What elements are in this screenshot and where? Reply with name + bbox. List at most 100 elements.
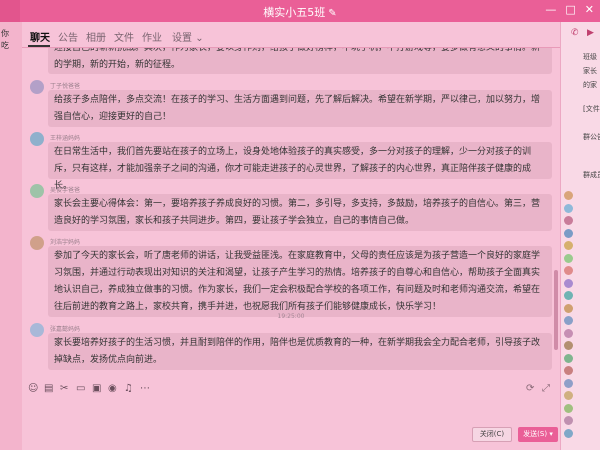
mic-icon[interactable]: ◉ [108, 383, 117, 394]
background-window-strip: 你 吃 [0, 22, 22, 450]
member-row[interactable] [564, 378, 600, 390]
member-row[interactable] [564, 328, 600, 340]
image-icon[interactable]: ▤ [44, 383, 53, 394]
more-icon[interactable]: ⋯ [140, 383, 150, 394]
member-row[interactable] [564, 390, 600, 402]
sender-name: 王梓涵妈妈 [50, 135, 81, 142]
member-avatar [564, 353, 573, 363]
bell-icon[interactable]: ♫ [124, 383, 133, 394]
smiley-icon[interactable]: ☺ [28, 383, 38, 394]
member-row[interactable] [564, 428, 600, 440]
member-avatar [564, 366, 573, 375]
message-bubble[interactable]: 迎接自己的崭新挑战。其次，作为家长，要以身作则，给孩子做好榜样，不玩手机，不打游… [48, 48, 552, 74]
tab-chat[interactable]: 聊天 [30, 29, 50, 44]
panel-text: 家长 [583, 67, 597, 75]
member-row[interactable] [564, 365, 600, 377]
member-row[interactable] [564, 340, 600, 352]
member-avatar [564, 291, 573, 300]
panel-text: 的家 [583, 81, 597, 89]
sender-name: 丁子悦爸爸 [50, 83, 81, 90]
member-avatar [564, 391, 573, 400]
member-avatar [564, 316, 573, 325]
active-tab-indicator [28, 45, 50, 47]
member-avatar [564, 416, 573, 425]
sender-name: 张嘉懿妈妈 [50, 326, 81, 333]
tab-album[interactable]: 相册 [86, 29, 106, 44]
message-bubble[interactable]: 在日常生活中，我们首先要站在孩子的立场上，设身处地体验孩子的真实感受，多一分对孩… [48, 142, 552, 191]
group-info-panel: ✆ ▶ 班级 家长 的家 [文件] 群公告 群成员 [560, 22, 600, 450]
send-options-icon[interactable]: ▾ [549, 430, 553, 438]
member-row[interactable] [564, 190, 600, 202]
minimize-icon[interactable]: — [545, 3, 556, 16]
member-row[interactable] [564, 240, 600, 252]
history-icon[interactable]: ⟳ [526, 383, 534, 394]
edit-title-icon[interactable]: ✎ [328, 8, 336, 19]
message-bubble[interactable]: 参加了今天的家长会，听了唐老师的讲话，让我受益匪浅。在家庭教育中，父母的责任应该… [48, 246, 552, 317]
chat-scrollbar[interactable] [554, 270, 558, 350]
member-row[interactable] [564, 203, 600, 215]
member-avatar [564, 278, 573, 288]
message-input-area[interactable]: 关闭(C) 发送(S) ▾ [22, 400, 560, 450]
member-avatar [564, 191, 573, 200]
member-row[interactable] [564, 303, 600, 315]
avatar[interactable] [30, 236, 44, 250]
sender-name: 刘浩宇妈妈 [50, 239, 81, 246]
message-timestamp: 19:25:00 [277, 313, 305, 320]
member-avatar [564, 403, 573, 413]
tab-homework[interactable]: 作业 [142, 29, 162, 44]
chevron-down-icon: ⌄ [195, 33, 204, 44]
close-button[interactable]: 关闭(C) [472, 427, 512, 442]
member-row[interactable] [564, 353, 600, 365]
scissors-icon[interactable]: ✂ [60, 383, 68, 394]
chat-message-list[interactable]: 迎接自己的崭新挑战。其次，作为家长，要以身作则，给孩子做好榜样，不玩手机，不打游… [22, 48, 560, 380]
title-bar: 横实小五5班 ✎ — □ ✕ [0, 0, 600, 22]
member-row[interactable] [564, 403, 600, 415]
member-row[interactable] [564, 290, 600, 302]
member-avatar [564, 241, 573, 250]
message-bubble[interactable]: 给孩子多点陪伴，多点交流！在孩子的学习、生活方面遇到问题，先了解后解决。希望在新… [48, 90, 552, 127]
panel-text: 班级 [583, 53, 597, 61]
maximize-icon[interactable]: □ [565, 3, 575, 16]
panel-text: [文件] [583, 105, 600, 113]
avatar[interactable] [30, 80, 44, 94]
member-avatar [564, 303, 573, 313]
message-bubble[interactable]: 家长会主要心得体会：第一，要培养孩子养成良好的习惯。第二，多引导，多支持，多鼓励… [48, 194, 552, 231]
member-avatar [564, 216, 573, 225]
avatar[interactable] [30, 184, 44, 198]
tab-settings[interactable]: 设置 ⌄ [172, 29, 204, 44]
chat-tabs: 聊天 公告 相册 文件 作业 设置 ⌄ [22, 22, 560, 48]
close-icon[interactable]: ✕ [585, 3, 594, 16]
member-avatar [564, 266, 573, 275]
tab-settings-label: 设置 [172, 33, 192, 44]
input-toolbar: ☺ ▤ ✂ ▭ ▣ ◉ ♫ ⋯ ⤢ ⟳ [22, 380, 560, 400]
tab-files[interactable]: 文件 [114, 29, 134, 44]
picture-icon[interactable]: ▣ [92, 383, 101, 394]
member-row[interactable] [564, 265, 600, 277]
member-row[interactable] [564, 253, 600, 265]
member-avatar [564, 378, 573, 388]
background-text: 你 [1, 29, 9, 38]
member-row[interactable] [564, 278, 600, 290]
send-label: 发送(S) [523, 430, 548, 438]
member-avatar [564, 328, 573, 338]
tab-announcement[interactable]: 公告 [58, 29, 78, 44]
member-avatar [564, 341, 573, 350]
folder-icon[interactable]: ▭ [76, 383, 85, 394]
video-icon[interactable]: ▶ [587, 28, 594, 38]
avatar[interactable] [30, 132, 44, 146]
member-row[interactable] [564, 415, 600, 427]
group-members-label: 群成员 [583, 171, 600, 179]
window-controls: — □ ✕ [545, 3, 594, 16]
member-row[interactable] [564, 315, 600, 327]
send-button[interactable]: 发送(S) ▾ [518, 427, 558, 442]
avatar[interactable] [30, 323, 44, 337]
message-bubble[interactable]: 家长要培养好孩子的生活习惯，并且耐到陪伴的作用，陪伴也是优质教育的一种，在新学期… [48, 333, 552, 370]
expand-icon[interactable]: ⤢ [542, 383, 550, 394]
member-avatar [564, 228, 573, 238]
member-row[interactable] [564, 215, 600, 227]
phone-icon[interactable]: ✆ [571, 28, 579, 38]
sender-name: 吴俊宇爸爸 [50, 187, 81, 194]
member-row[interactable] [564, 228, 600, 240]
member-avatar [564, 203, 573, 213]
chat-title-text: 横实小五5班 [263, 6, 326, 19]
